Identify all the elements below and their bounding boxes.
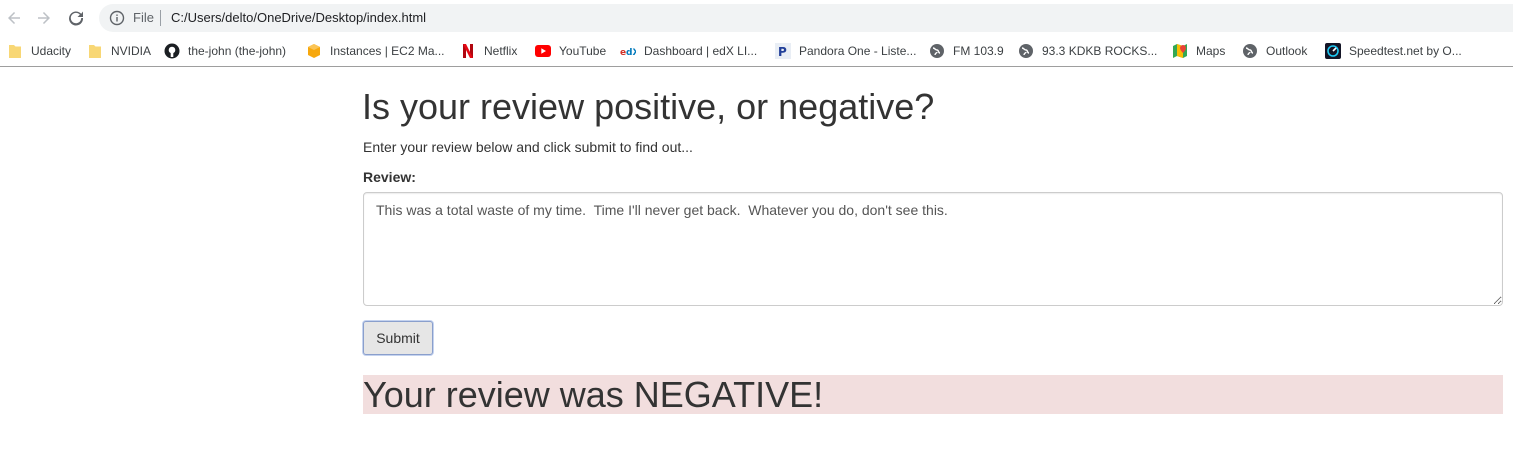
- url-text[interactable]: C:/Users/delto/OneDrive/Desktop/index.ht…: [171, 10, 426, 25]
- back-button[interactable]: [1, 5, 27, 31]
- browser-toolbar: File C:/Users/delto/OneDrive/Desktop/ind…: [0, 0, 1513, 36]
- bookmark-youtube[interactable]: YouTube: [535, 41, 606, 61]
- folder-icon: [87, 43, 103, 59]
- bookmarks-bar: Udacity NVIDIA the-john (the-john) Insta…: [0, 36, 1513, 67]
- bookmark-speedtest[interactable]: Speedtest.net by O...: [1325, 41, 1462, 61]
- aws-cube-icon: [306, 43, 322, 59]
- bookmark-outlook[interactable]: Outlook: [1242, 41, 1307, 61]
- globe-icon: [1242, 43, 1258, 59]
- bookmark-nvidia[interactable]: NVIDIA: [87, 41, 151, 61]
- speedtest-icon: [1325, 43, 1341, 59]
- globe-icon: [1018, 43, 1034, 59]
- netflix-icon: [460, 43, 476, 59]
- scheme-label: File: [133, 10, 154, 25]
- folder-icon: [7, 43, 23, 59]
- arrow-left-icon: [8, 12, 20, 24]
- forward-button[interactable]: [31, 5, 57, 31]
- pandora-icon: P: [775, 43, 791, 59]
- bookmark-fm1039[interactable]: FM 103.9: [929, 41, 1004, 61]
- submit-button[interactable]: Submit: [363, 321, 433, 355]
- maps-icon: [1172, 43, 1188, 59]
- arrow-right-icon: [38, 12, 50, 24]
- svg-text:P: P: [778, 45, 787, 59]
- intro-text: Enter your review below and click submit…: [363, 139, 693, 155]
- bookmark-ec2[interactable]: Instances | EC2 Ma...: [306, 41, 445, 61]
- result-banner: Your review was NEGATIVE!: [363, 375, 1503, 414]
- reload-button[interactable]: [63, 5, 89, 31]
- bookmark-kdkb[interactable]: 93.3 KDKB ROCKS...: [1018, 41, 1157, 61]
- page-title: Is your review positive, or negative?: [362, 86, 935, 127]
- bookmark-udacity[interactable]: Udacity: [7, 41, 71, 61]
- bookmark-github[interactable]: the-john (the-john): [164, 41, 286, 61]
- github-icon: [164, 43, 180, 59]
- review-label: Review:: [363, 169, 416, 185]
- omnibox-divider: [160, 10, 161, 26]
- review-textarea[interactable]: [363, 192, 1503, 306]
- bookmark-pandora[interactable]: P Pandora One - Liste...: [775, 41, 916, 61]
- address-bar[interactable]: File C:/Users/delto/OneDrive/Desktop/ind…: [99, 4, 1513, 32]
- svg-text:dX: dX: [626, 48, 636, 56]
- reload-icon: [69, 11, 84, 26]
- info-icon[interactable]: [109, 10, 125, 26]
- youtube-icon: [535, 43, 551, 59]
- edx-icon: e dX: [620, 43, 636, 59]
- bookmark-edx[interactable]: e dX Dashboard | edX LI...: [620, 41, 757, 61]
- result-text: Your review was NEGATIVE!: [363, 374, 824, 415]
- bookmark-maps[interactable]: Maps: [1172, 41, 1225, 61]
- bookmark-netflix[interactable]: Netflix: [460, 41, 517, 61]
- globe-icon: [929, 43, 945, 59]
